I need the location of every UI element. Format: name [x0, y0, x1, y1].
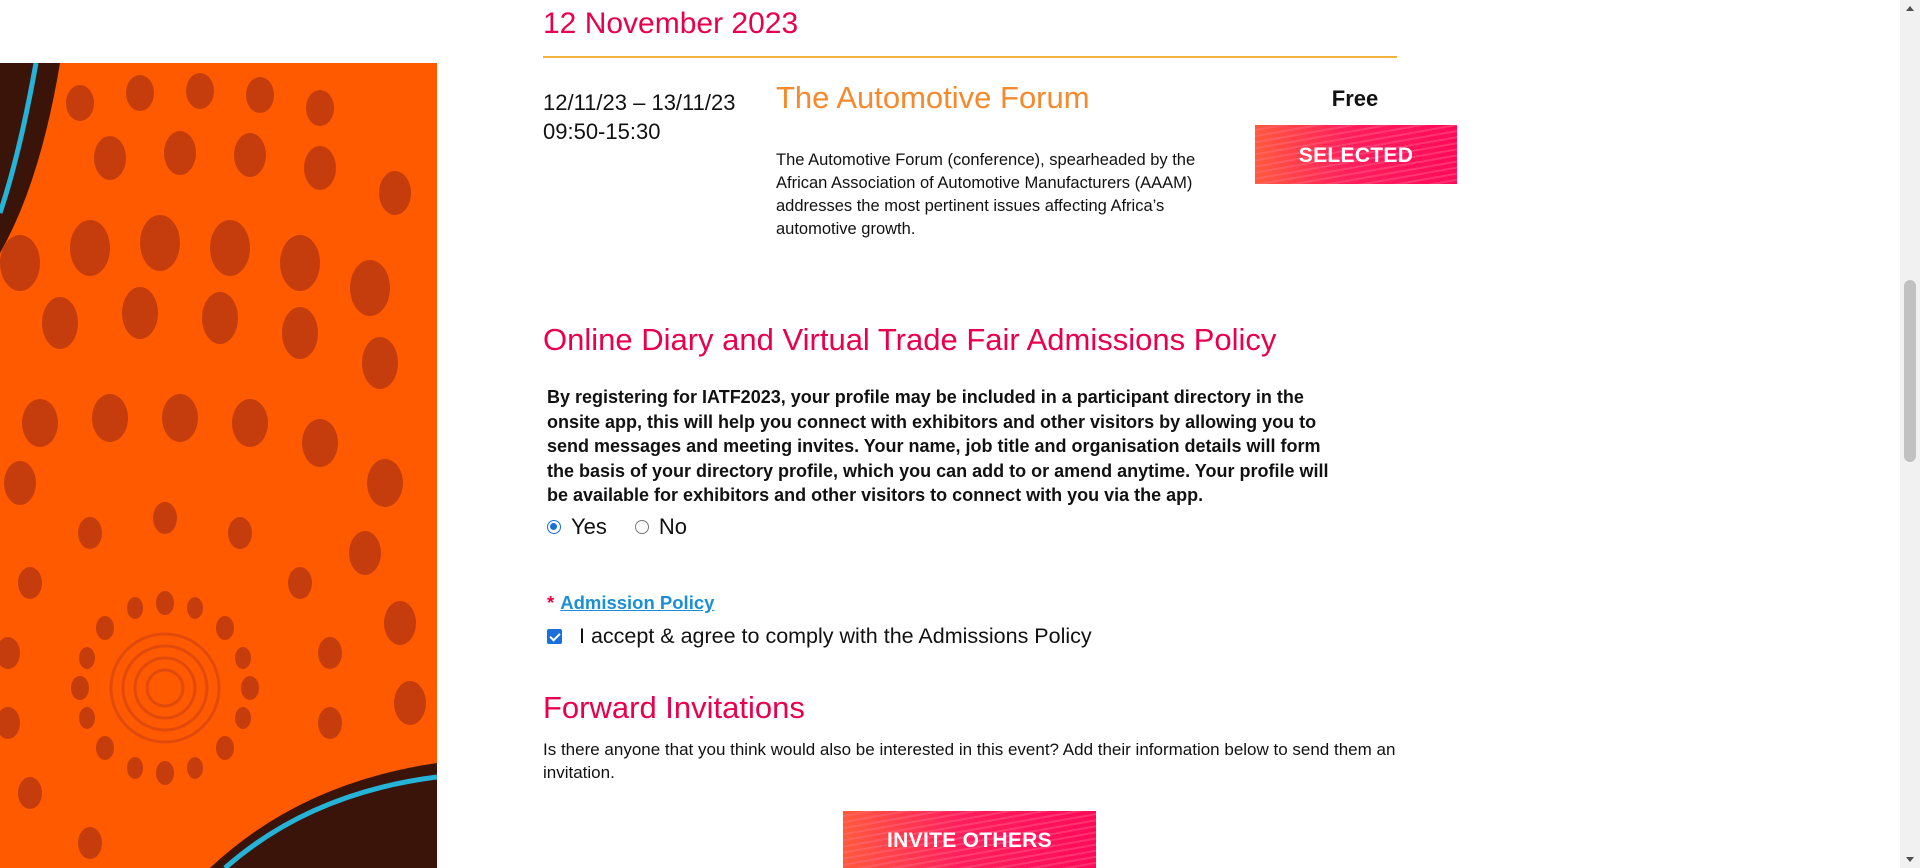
event-date-heading: 12 November 2023 [543, 7, 799, 40]
accept-policy-label: I accept & agree to comply with the Admi… [579, 624, 1092, 648]
admission-policy-link[interactable]: Admission Policy [560, 592, 714, 613]
radio-no[interactable] [634, 520, 649, 534]
scrollbar-thumb[interactable] [1904, 280, 1916, 462]
invite-others-button[interactable]: INVITE OTHERS [843, 811, 1096, 868]
selected-button[interactable]: SELECTED [1255, 125, 1457, 184]
scroll-down-icon[interactable] [1906, 857, 1914, 862]
policy-text: By registering for IATF2023, your profil… [547, 387, 1329, 505]
session-schedule: 12/11/23 – 13/11/23 09:50-15:30 [543, 88, 735, 146]
session-date-range: 12/11/23 – 13/11/23 [543, 90, 736, 115]
scroll-up-icon[interactable] [1906, 6, 1914, 11]
accept-policy-row: I accept & agree to comply with the Admi… [547, 624, 1092, 649]
required-marker: * [547, 592, 555, 613]
page: 12 November 2023 12/11/23 – 13/11/23 09:… [0, 0, 1920, 868]
session-description: The Automotive Forum (conference), spear… [776, 151, 1196, 238]
decorative-pattern-image [0, 63, 437, 868]
accept-policy-checkbox[interactable] [547, 629, 562, 644]
forward-invitations-heading: Forward Invitations [543, 690, 805, 725]
policy-heading: Online Diary and Virtual Trade Fair Admi… [543, 322, 1277, 357]
radio-yes[interactable] [547, 520, 561, 534]
radio-no-label: No [658, 514, 688, 539]
pattern-graphic [0, 63, 437, 868]
session-price: Free [1331, 86, 1379, 111]
admission-policy-row: * Admission Policy [547, 592, 714, 614]
radio-option-yes[interactable]: Yes [547, 514, 607, 540]
session-time-range: 09:50-15:30 [543, 119, 661, 144]
directory-consent-options: Yes No [547, 514, 715, 540]
radio-option-no[interactable]: No [634, 514, 688, 540]
radio-yes-label: Yes [571, 514, 607, 539]
forward-invitations-text: Is there anyone that you think would als… [543, 740, 1396, 782]
session-title: The Automotive Forum [776, 80, 1090, 115]
date-divider [543, 56, 1397, 58]
vertical-scrollbar[interactable] [1900, 0, 1920, 868]
